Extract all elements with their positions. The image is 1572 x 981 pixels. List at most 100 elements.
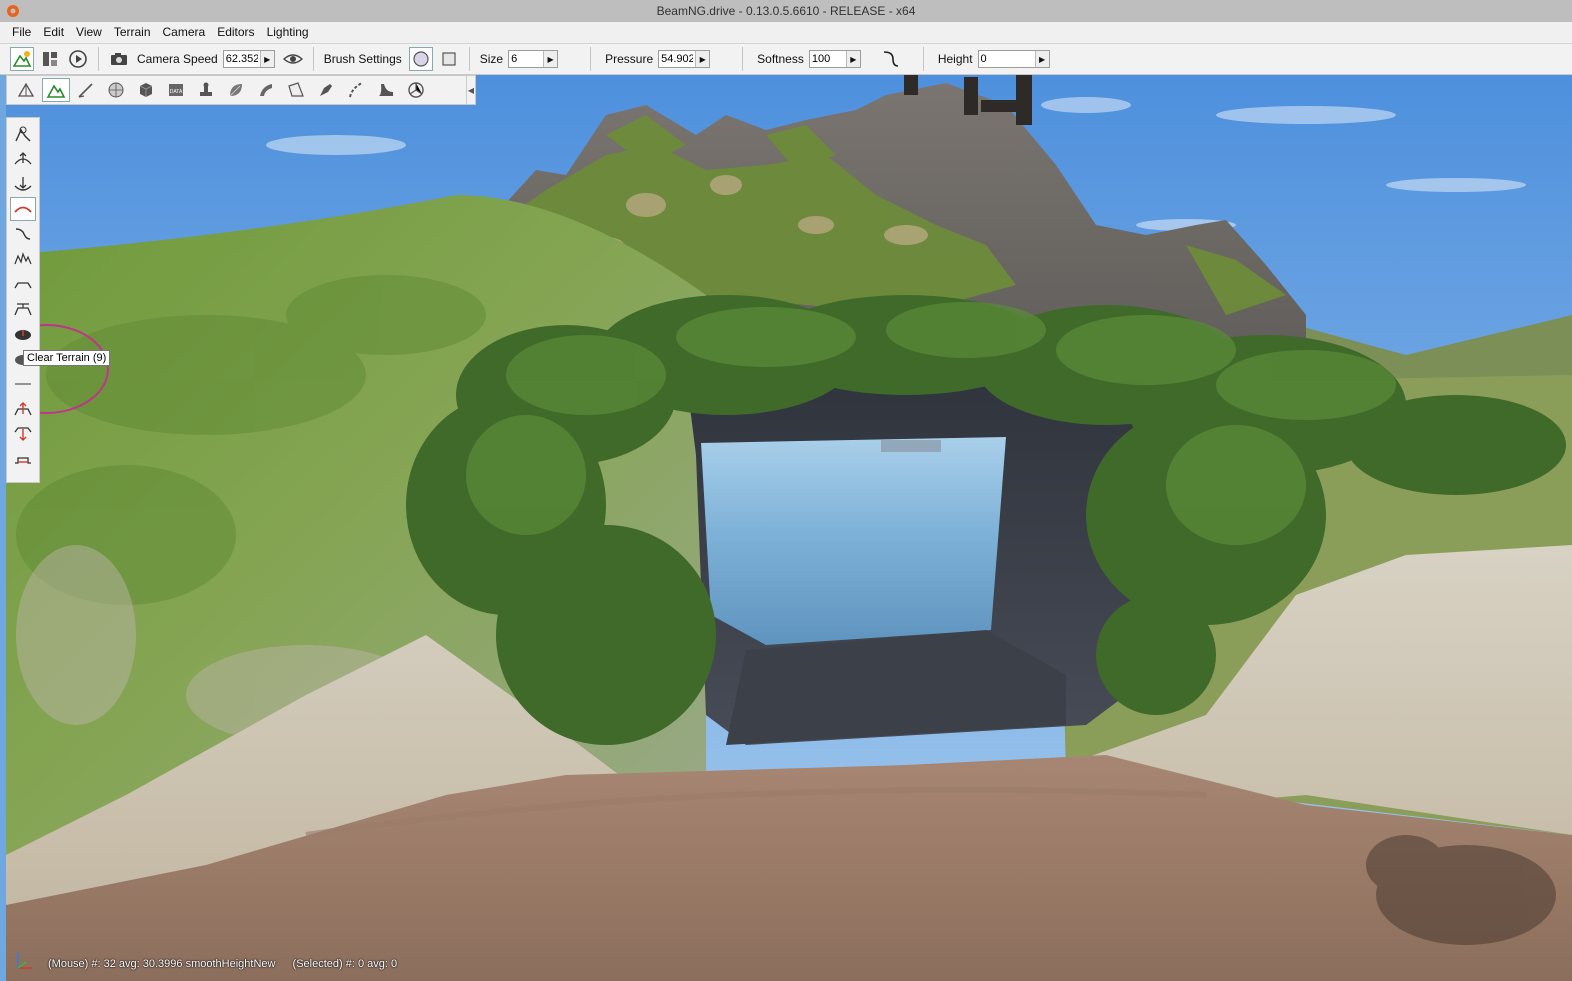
menu-edit[interactable]: Edit: [37, 22, 70, 43]
shape-editor-button[interactable]: [402, 78, 430, 102]
pressure-field: ▶: [658, 50, 711, 68]
camera-icon: [111, 53, 127, 65]
smooth-icon: [14, 206, 32, 213]
camera-speed-input[interactable]: [223, 51, 260, 67]
terrain-scene: [6, 75, 1572, 981]
brush-paint-icon: [78, 83, 93, 98]
toolbar-separator: [98, 47, 99, 71]
main-toolbar: Camera Speed ▶ Brush Settings Size ▶ Pre…: [0, 44, 1572, 75]
3d-viewport[interactable]: [6, 75, 1572, 981]
smooth-slope-tool[interactable]: [10, 222, 36, 246]
menu-camera[interactable]: Camera: [157, 22, 212, 43]
bridge-tool[interactable]: [10, 447, 36, 471]
softness-curve-button[interactable]: [879, 47, 903, 71]
noise-icon: [14, 252, 32, 265]
datablock-editor-button[interactable]: DATA: [162, 78, 190, 102]
toolbar-separator: [312, 47, 314, 71]
clear-terrain-tool[interactable]: [10, 322, 36, 346]
object-editor-icon: [17, 82, 35, 97]
paint-mask-tool[interactable]: [10, 372, 36, 396]
mesh-road-editor-button[interactable]: [312, 78, 340, 102]
mesh-editor-button[interactable]: [132, 78, 160, 102]
menu-bar: File Edit View Terrain Camera Editors Li…: [0, 22, 1572, 44]
softness-input[interactable]: [809, 51, 846, 67]
height-arrow-icon[interactable]: ▶: [1034, 51, 1049, 67]
brush-settings-label: Brush Settings: [323, 52, 402, 66]
tool-tooltip: Clear Terrain (9): [23, 350, 111, 366]
select-terrain-tool[interactable]: [10, 122, 36, 146]
data-icon: DATA: [169, 84, 183, 96]
size-arrow-icon[interactable]: ▶: [543, 51, 558, 67]
layout-button[interactable]: [38, 47, 62, 71]
adjust-height-up-tool[interactable]: [10, 397, 36, 421]
cube-icon: [139, 83, 153, 97]
bridge-icon: [15, 457, 31, 464]
noise-tool[interactable]: [10, 247, 36, 271]
material-editor-button[interactable]: [102, 78, 130, 102]
terrain-editor-icon: [12, 51, 32, 67]
set-height-tool[interactable]: [10, 297, 36, 321]
lower-height-tool[interactable]: [10, 172, 36, 196]
menu-terrain[interactable]: Terrain: [108, 22, 157, 43]
toolbar-collapse-icon[interactable]: ◀: [466, 76, 475, 104]
terrain-editor-button[interactable]: [10, 47, 34, 71]
select-terrain-icon: [15, 126, 31, 142]
object-editor-button[interactable]: [12, 78, 40, 102]
smooth-tool[interactable]: [10, 197, 36, 221]
adjust-down-icon: [14, 427, 32, 441]
flatten-tool[interactable]: [10, 272, 36, 296]
selected-status: (Selected) #: 0 avg: 0: [292, 958, 398, 970]
play-icon: [69, 50, 87, 68]
size-input[interactable]: [509, 51, 544, 67]
navmesh-editor-button[interactable]: [372, 78, 400, 102]
play-button[interactable]: [66, 47, 90, 71]
square-brush-button[interactable]: [437, 47, 461, 71]
river-icon: [260, 84, 272, 96]
globe-icon: [108, 82, 124, 98]
terrain-editor-mode-button[interactable]: [42, 78, 70, 102]
menu-view[interactable]: View: [70, 22, 108, 43]
adjust-up-icon: [14, 402, 32, 416]
adjust-height-down-tool[interactable]: [10, 422, 36, 446]
camera-button[interactable]: [107, 47, 131, 71]
circle-brush-button[interactable]: [408, 47, 433, 71]
river-editor-button[interactable]: [252, 78, 280, 102]
menu-editors[interactable]: Editors: [211, 22, 260, 43]
clear-terrain-icon: [15, 330, 31, 340]
window-title: BeamNG.drive - 0.13.0.5.6610 - RELEASE -…: [656, 4, 916, 18]
menu-file[interactable]: File: [0, 22, 37, 43]
road-editor-button[interactable]: [282, 78, 310, 102]
pressure-label: Pressure: [605, 52, 654, 66]
height-input[interactable]: [978, 51, 1035, 67]
camera-speed-label: Camera Speed: [137, 52, 218, 66]
softness-field: ▶: [808, 50, 861, 68]
set-height-icon: [14, 303, 32, 316]
pen-icon: [320, 84, 332, 96]
flatten-icon: [14, 282, 32, 289]
svg-text:DATA: DATA: [170, 89, 183, 95]
toolbar-separator: [468, 47, 470, 71]
circle-brush-icon: [413, 51, 429, 67]
forest-editor-button[interactable]: [222, 78, 250, 102]
shape-icon: [408, 82, 424, 98]
toolbar-separator: [922, 47, 924, 71]
pressure-arrow-icon[interactable]: ▶: [695, 51, 710, 67]
smooth-slope-icon: [15, 228, 31, 240]
raise-height-tool[interactable]: [10, 147, 36, 171]
camera-speed-arrow-icon[interactable]: ▶: [259, 51, 274, 67]
menu-lighting[interactable]: Lighting: [261, 22, 315, 43]
toolbar-separator: [590, 47, 592, 71]
visibility-button[interactable]: [281, 47, 305, 71]
softness-curve-icon: [883, 51, 898, 67]
decal-editor-button[interactable]: [192, 78, 220, 102]
layout-icon: [43, 52, 57, 66]
softness-arrow-icon[interactable]: ▶: [845, 51, 860, 67]
terrain-painter-button[interactable]: [72, 78, 100, 102]
height-label: Height: [937, 52, 973, 66]
leaf-icon: [229, 84, 242, 97]
softness-label: Softness: [757, 52, 804, 66]
pressure-input[interactable]: [659, 51, 696, 67]
toolbar-separator: [742, 47, 744, 71]
line-icon: [15, 383, 31, 385]
decal-road-editor-button[interactable]: [342, 78, 370, 102]
